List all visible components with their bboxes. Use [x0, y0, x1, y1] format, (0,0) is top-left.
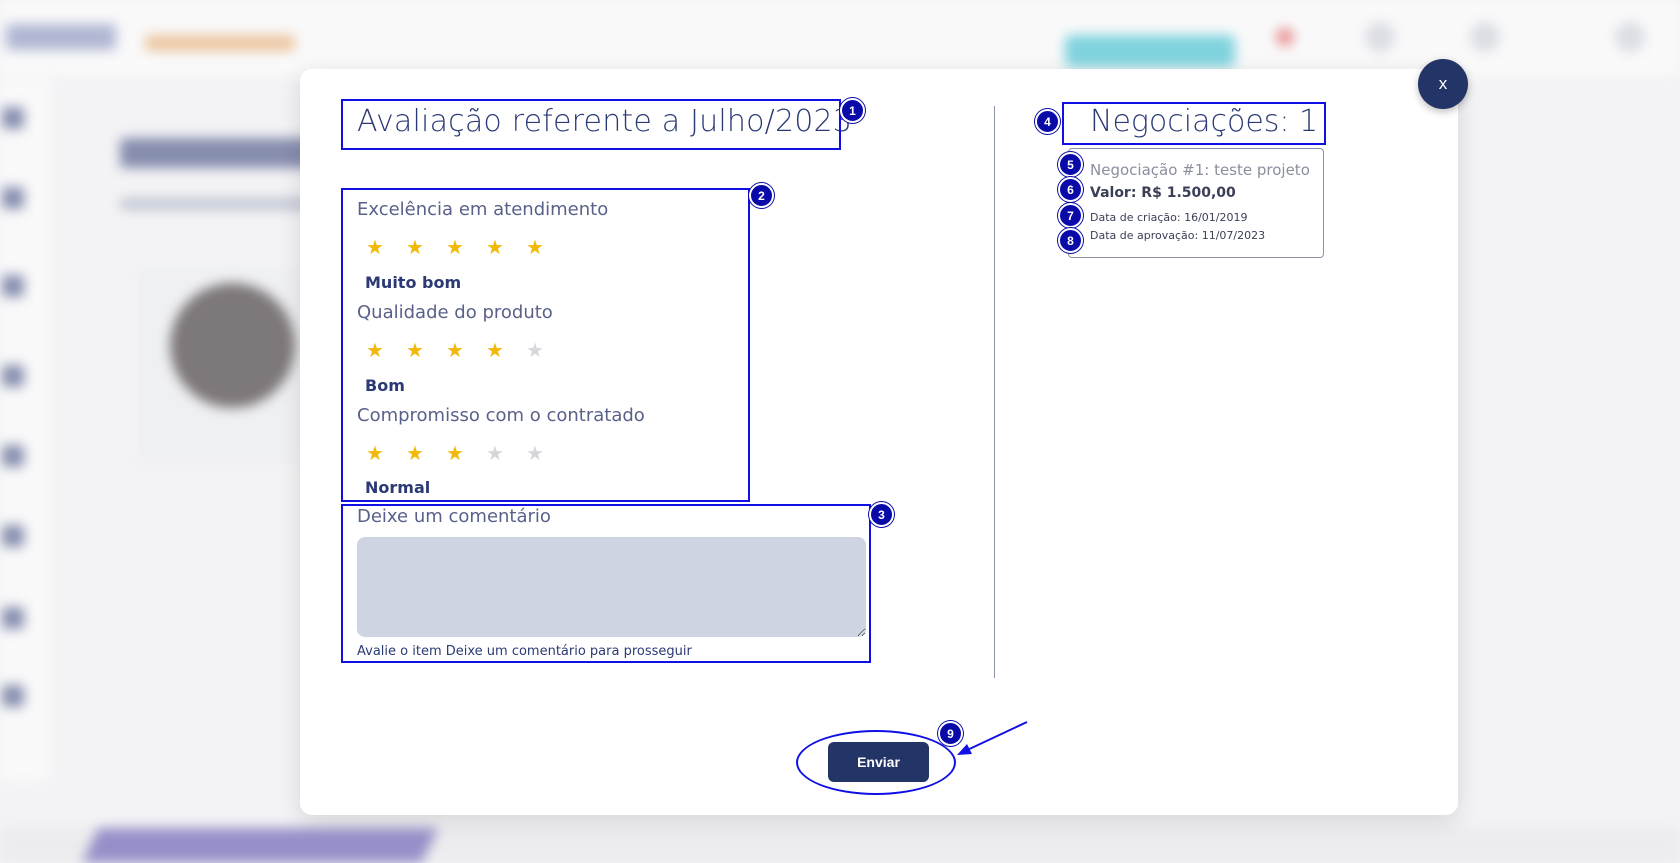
annotation-badge-3: 3 [869, 502, 894, 527]
background-sidebar [0, 80, 50, 780]
background-sidebar-icon [2, 187, 24, 209]
background-user-icon [1365, 22, 1395, 52]
background-notification-dot [1276, 28, 1294, 46]
annotation-badge-6: 6 [1058, 177, 1083, 202]
annotation-badge-9: 9 [938, 721, 963, 746]
negotiation-approved-date: Data de aprovação: 11/07/2023 [1090, 229, 1266, 242]
annotation-box-2 [341, 188, 750, 502]
background-sidebar-icon [2, 275, 24, 297]
annotation-box-3 [341, 504, 871, 663]
background-sidebar-icon [2, 365, 24, 387]
annotation-badge-4: 4 [1035, 109, 1060, 134]
background-page-title [120, 138, 320, 168]
annotation-badge-5: 5 [1058, 152, 1083, 177]
background-sidebar-icon [2, 525, 24, 547]
background-sidebar-icon [2, 107, 24, 129]
annotation-box-1 [341, 99, 841, 150]
background-user-icon [1470, 22, 1500, 52]
annotation-ellipse-9 [796, 730, 956, 795]
negotiation-created-date: Data de criação: 16/01/2019 [1090, 211, 1248, 224]
annotation-badge-1: 1 [840, 98, 865, 123]
annotation-box-4 [1062, 102, 1326, 145]
background-user-icon [1615, 22, 1645, 52]
column-divider [994, 106, 995, 678]
annotation-badge-7: 7 [1058, 203, 1083, 228]
background-sidebar-icon [2, 607, 24, 629]
background-avatar [170, 283, 295, 408]
background-sidebar-icon [2, 445, 24, 467]
annotation-badge-2: 2 [749, 183, 774, 208]
annotation-badge-8: 8 [1058, 228, 1083, 253]
background-brand-name [145, 35, 295, 51]
background-sidebar-icon [2, 685, 24, 707]
background-logo [6, 24, 116, 50]
negotiation-name: Negociação #1: teste projeto [1090, 161, 1310, 179]
background-action-button [1065, 35, 1235, 67]
background-footer-art [81, 828, 439, 863]
annotation-arrow-icon [957, 721, 1028, 755]
close-button[interactable]: x [1418, 59, 1468, 109]
background-page-subtitle [120, 198, 320, 210]
negotiation-value: Valor: R$ 1.500,00 [1090, 185, 1236, 201]
